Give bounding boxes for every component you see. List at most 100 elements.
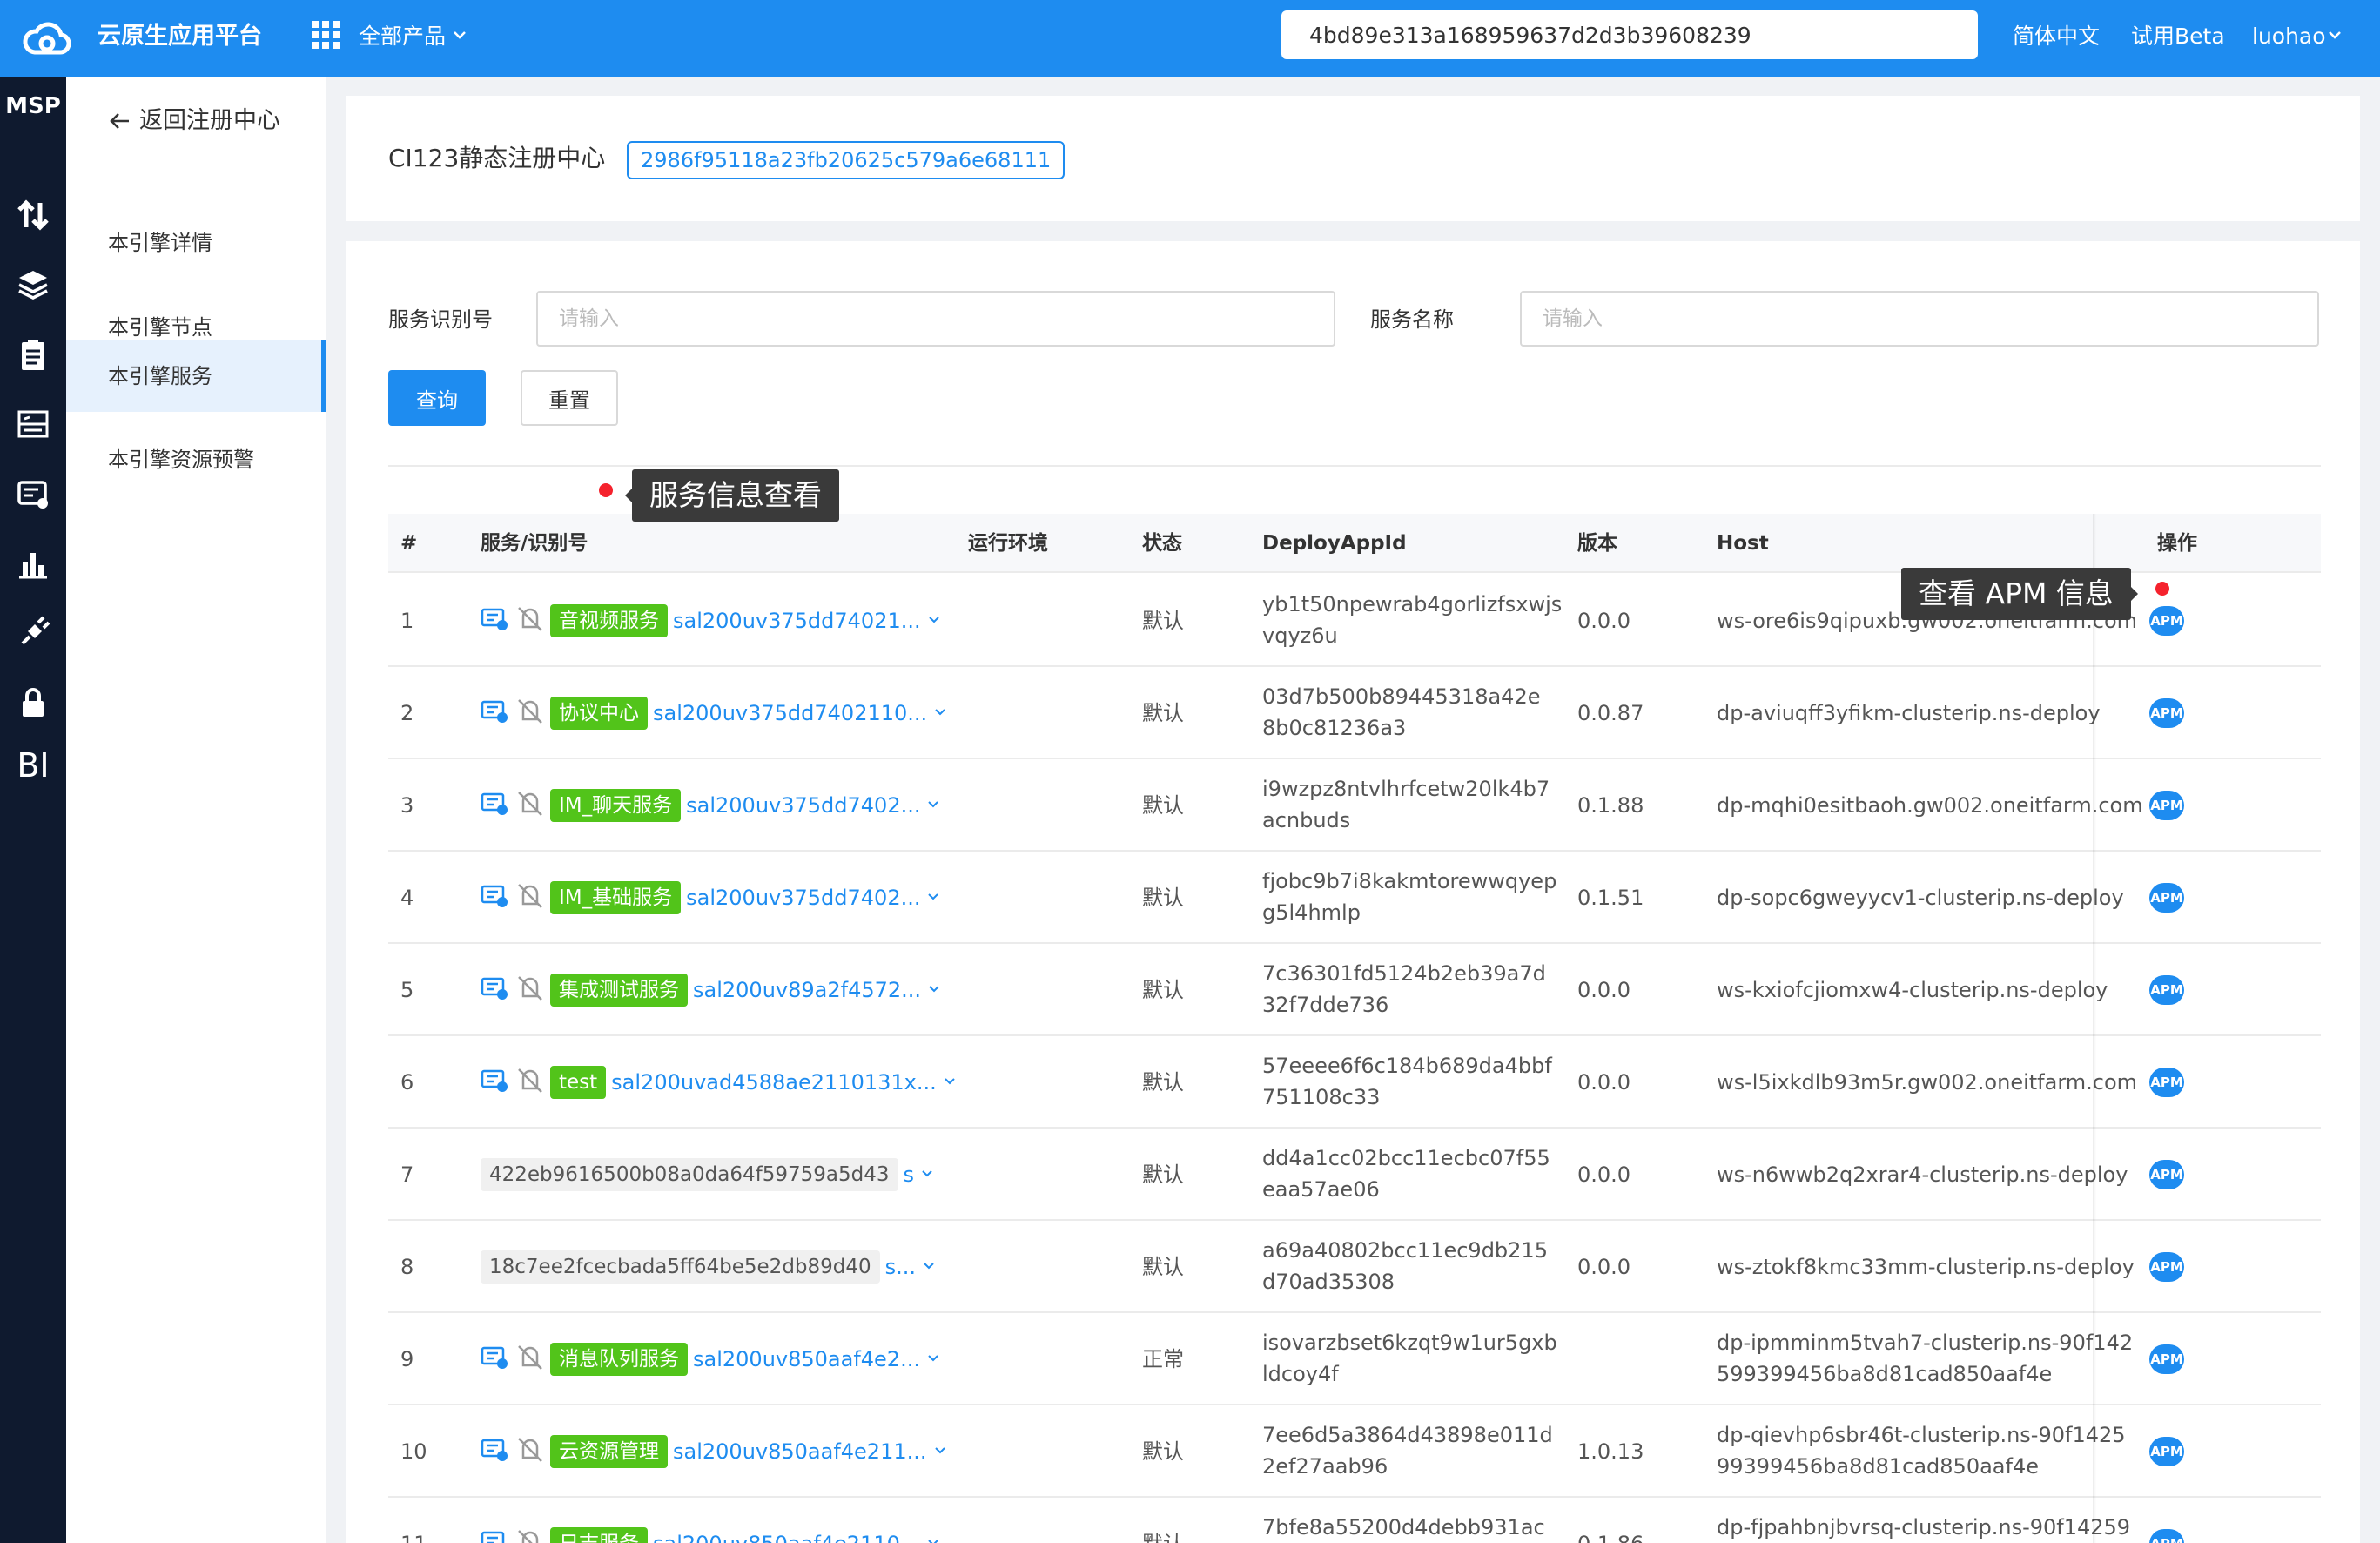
- lock-disabled-icon[interactable]: [515, 1066, 545, 1099]
- service-card-icon[interactable]: [481, 604, 510, 637]
- lock-disabled-icon[interactable]: [515, 604, 545, 637]
- version-text: 0.0.0: [1577, 609, 1631, 633]
- deploy-app-id-line: eaa57ae06: [1262, 1177, 1380, 1202]
- apps-grid-icon[interactable]: [312, 21, 340, 49]
- service-id-link[interactable]: sal200uv375dd7402...: [686, 886, 920, 910]
- service-card-icon[interactable]: [481, 789, 510, 822]
- service-id-input[interactable]: [536, 291, 1335, 347]
- apm-icon[interactable]: APM: [2149, 791, 2184, 820]
- dashboard-icon[interactable]: [9, 400, 57, 448]
- trial-beta-link[interactable]: 试用Beta: [2131, 19, 2225, 54]
- bar-chart-icon[interactable]: [9, 539, 57, 588]
- apm-icon[interactable]: APM: [2149, 1437, 2184, 1466]
- apm-icon[interactable]: APM: [2149, 1160, 2184, 1189]
- service-id-link[interactable]: s: [904, 1162, 915, 1187]
- chevron-down-icon[interactable]: [451, 26, 468, 44]
- service-hash-tag[interactable]: 18c7ee2fcecbada5ff64be5e2db89d40: [481, 1250, 880, 1284]
- chevron-down-icon[interactable]: [932, 704, 948, 723]
- registry-id-badge[interactable]: 2986f95118a23fb20625c579a6e68111: [627, 141, 1066, 179]
- service-card-icon[interactable]: [481, 1066, 510, 1099]
- apm-icon[interactable]: APM: [2149, 606, 2184, 636]
- lock-disabled-icon[interactable]: [515, 1343, 545, 1376]
- service-id-link[interactable]: sal200uv375dd74021...: [673, 609, 921, 633]
- user-menu[interactable]: luohao: [2252, 19, 2326, 54]
- chevron-down-icon[interactable]: [921, 1257, 937, 1277]
- chevron-down-icon[interactable]: [925, 796, 941, 815]
- service-card-icon[interactable]: [481, 1435, 510, 1468]
- msp-label[interactable]: MSP: [0, 93, 66, 119]
- brand-title[interactable]: 云原生应用平台: [97, 19, 262, 54]
- transfer-icon[interactable]: [9, 191, 57, 239]
- nav-engine-services[interactable]: 本引擎服务: [66, 340, 326, 412]
- chevron-down-icon[interactable]: [919, 1165, 935, 1184]
- clipboard-icon[interactable]: [9, 330, 57, 379]
- service-tag[interactable]: 协议中心: [550, 697, 648, 730]
- apm-icon[interactable]: APM: [2149, 975, 2184, 1005]
- service-card-icon[interactable]: [9, 469, 57, 518]
- chevron-down-icon[interactable]: [925, 888, 941, 907]
- apm-icon[interactable]: APM: [2149, 1529, 2184, 1543]
- lock-icon[interactable]: [9, 678, 57, 727]
- lock-disabled-icon[interactable]: [515, 1435, 545, 1468]
- service-tag[interactable]: 消息队列服务: [550, 1343, 688, 1376]
- service-tag[interactable]: 云资源管理: [550, 1435, 668, 1468]
- reset-button[interactable]: 重置: [521, 370, 618, 426]
- chevron-down-icon[interactable]: [925, 1534, 941, 1543]
- deploy-app-id-line: fjobc9b7i8kakmtorewwqyep: [1262, 869, 1557, 893]
- lock-disabled-icon[interactable]: [515, 974, 545, 1007]
- all-products-menu[interactable]: 全部产品: [359, 19, 446, 54]
- version-text: 0.0.0: [1577, 978, 1631, 1002]
- deploy-app-id-line: 03d7b500b89445318a42e: [1262, 684, 1541, 709]
- service-id-link[interactable]: sal200uvad4588ae2110131x...: [611, 1070, 937, 1095]
- chevron-down-icon[interactable]: [926, 611, 942, 630]
- service-card-icon[interactable]: [481, 974, 510, 1007]
- apm-icon[interactable]: APM: [2149, 698, 2184, 728]
- row-index: 1: [400, 609, 414, 633]
- service-tag[interactable]: 音视频服务: [550, 604, 668, 637]
- service-name-input[interactable]: [1520, 291, 2319, 347]
- service-id-link[interactable]: s...: [885, 1255, 916, 1279]
- service-tag[interactable]: test: [550, 1066, 607, 1099]
- apm-icon[interactable]: APM: [2149, 1068, 2184, 1097]
- service-id-link[interactable]: sal200uv850aaf4e2...: [693, 1347, 920, 1371]
- service-card-icon[interactable]: [481, 1527, 510, 1543]
- apm-icon[interactable]: APM: [2149, 883, 2184, 913]
- back-to-registry-link[interactable]: 返回注册中心: [108, 104, 280, 138]
- cloud-logo-icon[interactable]: [21, 17, 73, 59]
- lock-disabled-icon[interactable]: [515, 1527, 545, 1543]
- nav-engine-resource-alerts[interactable]: 本引擎资源预警: [66, 424, 326, 495]
- apm-icon[interactable]: APM: [2149, 1344, 2184, 1374]
- lock-disabled-icon[interactable]: [515, 789, 545, 822]
- chevron-down-icon[interactable]: [932, 1442, 948, 1461]
- service-id-link[interactable]: sal200uv89a2f4572...: [693, 978, 921, 1002]
- service-card-icon[interactable]: [481, 881, 510, 914]
- service-tag[interactable]: 日志服务: [550, 1527, 648, 1543]
- service-tag[interactable]: 集成测试服务: [550, 974, 688, 1007]
- chevron-down-icon[interactable]: [926, 980, 942, 1000]
- service-id-link[interactable]: sal200uv850aaf4e211...: [673, 1439, 927, 1464]
- chevron-down-icon[interactable]: [942, 1073, 958, 1092]
- service-tag[interactable]: IM_基础服务: [550, 881, 682, 914]
- status-text: 默认: [1142, 886, 1184, 910]
- global-search-input[interactable]: [1281, 10, 1978, 59]
- language-switch[interactable]: 简体中文: [2013, 19, 2100, 54]
- chevron-down-icon[interactable]: [925, 1350, 941, 1369]
- service-card-icon[interactable]: [481, 1343, 510, 1376]
- service-id-link[interactable]: sal200uv375dd7402110...: [653, 701, 927, 725]
- service-hash-tag[interactable]: 422eb9616500b08a0da64f59759a5d43: [481, 1158, 898, 1191]
- layers-icon[interactable]: [9, 260, 57, 309]
- chevron-down-icon[interactable]: [2326, 26, 2343, 44]
- nav-engine-detail[interactable]: 本引擎详情: [66, 207, 326, 279]
- lock-disabled-icon[interactable]: [515, 881, 545, 914]
- status-text: 默认: [1142, 701, 1184, 725]
- lock-disabled-icon[interactable]: [515, 697, 545, 730]
- bi-label[interactable]: BI: [0, 746, 66, 785]
- apm-icon[interactable]: APM: [2149, 1252, 2184, 1282]
- service-id-link[interactable]: sal200uv850aaf4e2110...: [653, 1532, 920, 1543]
- deploy-app-id-line: acnbuds: [1262, 808, 1351, 832]
- service-tag[interactable]: IM_聊天服务: [550, 789, 682, 822]
- query-button[interactable]: 查询: [388, 370, 486, 426]
- plug-icon[interactable]: [9, 609, 57, 657]
- service-id-link[interactable]: sal200uv375dd7402...: [686, 793, 920, 818]
- service-card-icon[interactable]: [481, 697, 510, 730]
